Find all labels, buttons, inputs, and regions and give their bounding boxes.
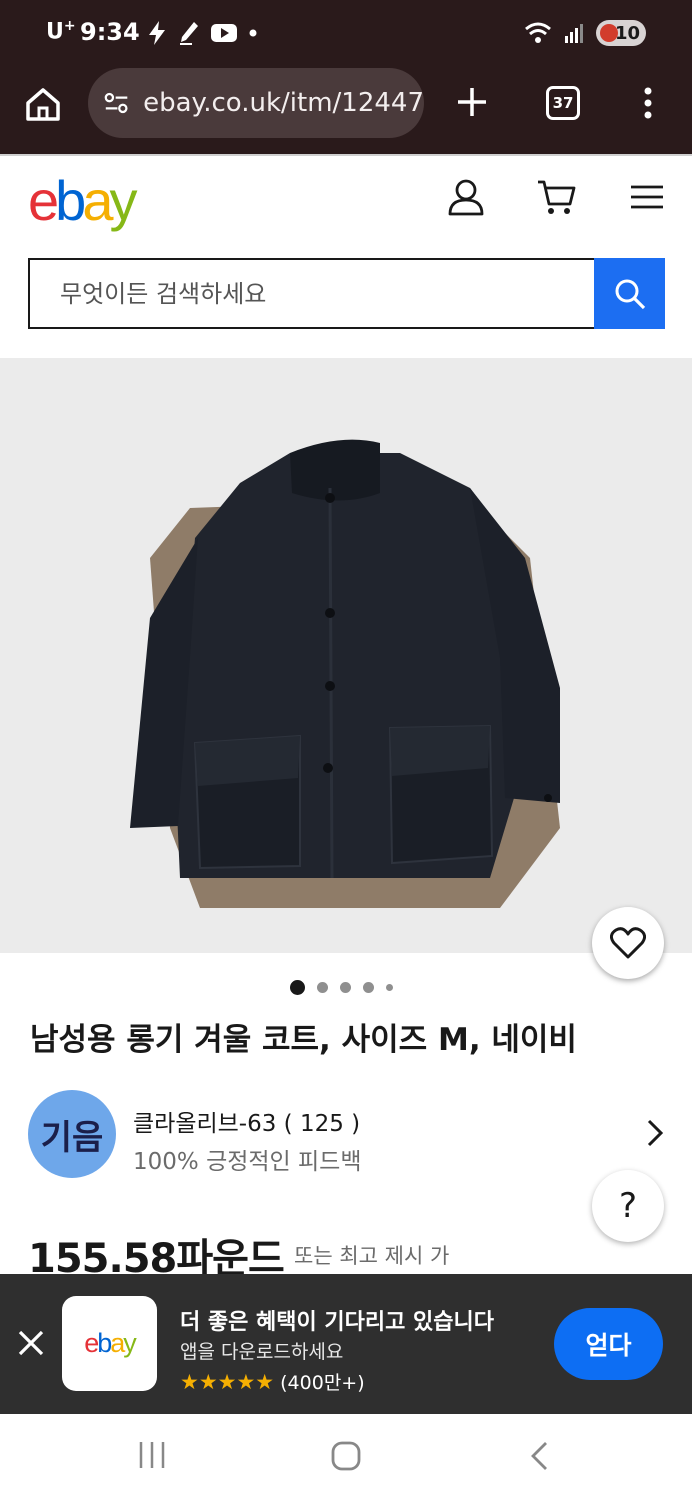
rating-count: (400만+) [280,1372,365,1394]
add-to-watchlist-button[interactable] [592,907,664,979]
status-time: 9:34 [80,18,140,46]
banner-title: 더 좋은 혜택이 기다리고 있습니다 [180,1310,494,1335]
battery-indicator: 10 [596,20,646,46]
url-text: ebay.co.uk/itm/12447 [143,88,424,118]
pagination-dot[interactable] [317,982,328,993]
pagination-dot[interactable] [340,982,351,993]
app-download-banner: ebay 더 좋은 혜택이 기다리고 있습니다 앱을 다운로드하세요 ★★★★★… [0,1274,692,1414]
ebay-app-icon: ebay [62,1296,157,1391]
recent-apps-icon[interactable] [138,1440,166,1470]
app-rating: ★★★★★ (400만+) [180,1368,365,1395]
tab-switcher-button[interactable]: 37 [546,86,580,120]
pagination-dot[interactable] [386,984,393,991]
product-image-gallery[interactable] [0,358,692,953]
chevron-right-icon [647,1119,664,1147]
seller-feedback: 100% 긍정적인 피드백 [133,1149,362,1175]
home-icon[interactable] [24,86,62,122]
search-bar [28,258,594,329]
search-icon [615,279,645,309]
battery-saver-icon [600,24,618,42]
product-title: 남성용 롱기 겨울 코트, 사이즈 M, 네이비 [30,1022,577,1058]
get-app-button[interactable]: 얻다 [554,1308,663,1380]
wifi-icon [525,22,551,43]
pen-icon [180,22,198,45]
pagination-dot[interactable] [363,982,374,993]
site-settings-icon[interactable] [104,91,129,115]
status-bar: U+ 9:34 10 [0,0,692,66]
search-button[interactable] [594,258,665,329]
bolt-icon [149,21,165,45]
cart-icon[interactable] [536,178,576,216]
account-icon[interactable] [447,178,485,216]
rating-stars: ★★★★★ [180,1369,275,1394]
seller-info-row[interactable]: 기음 클라올리브-63 ( 125 ) 100% 긍정적인 피드백 [28,1090,668,1180]
address-bar[interactable]: ebay.co.uk/itm/12447 [88,68,424,138]
signal-icon [565,24,583,43]
pagination-dot-active[interactable] [290,980,305,995]
header-divider [0,154,692,156]
back-icon[interactable] [528,1440,550,1472]
home-button-icon[interactable] [330,1440,362,1472]
ebay-logo[interactable]: ebay [28,168,137,233]
status-right: 10 [524,20,646,46]
dot-icon [249,29,257,37]
product-image [130,439,560,908]
browser-toolbar: ebay.co.uk/itm/12447 37 [0,66,692,154]
image-pagination [290,980,393,995]
system-navigation-bar [0,1414,692,1500]
banner-subtitle: 앱을 다운로드하세요 [180,1341,344,1363]
help-button[interactable]: ? [592,1170,664,1242]
youtube-icon [211,24,237,42]
search-input[interactable] [60,279,560,308]
close-icon[interactable] [14,1326,48,1360]
seller-name: 클라올리브-63 ( 125 ) [133,1111,361,1137]
seller-avatar: 기음 [28,1090,116,1178]
price-note: 또는 최고 제시 가 [294,1244,450,1268]
carrier-label: U+ [46,18,76,45]
heart-icon [610,927,646,959]
more-options-icon[interactable] [640,86,656,120]
new-tab-icon[interactable] [456,86,488,118]
notification-icons [146,20,258,46]
menu-icon[interactable] [630,184,664,210]
